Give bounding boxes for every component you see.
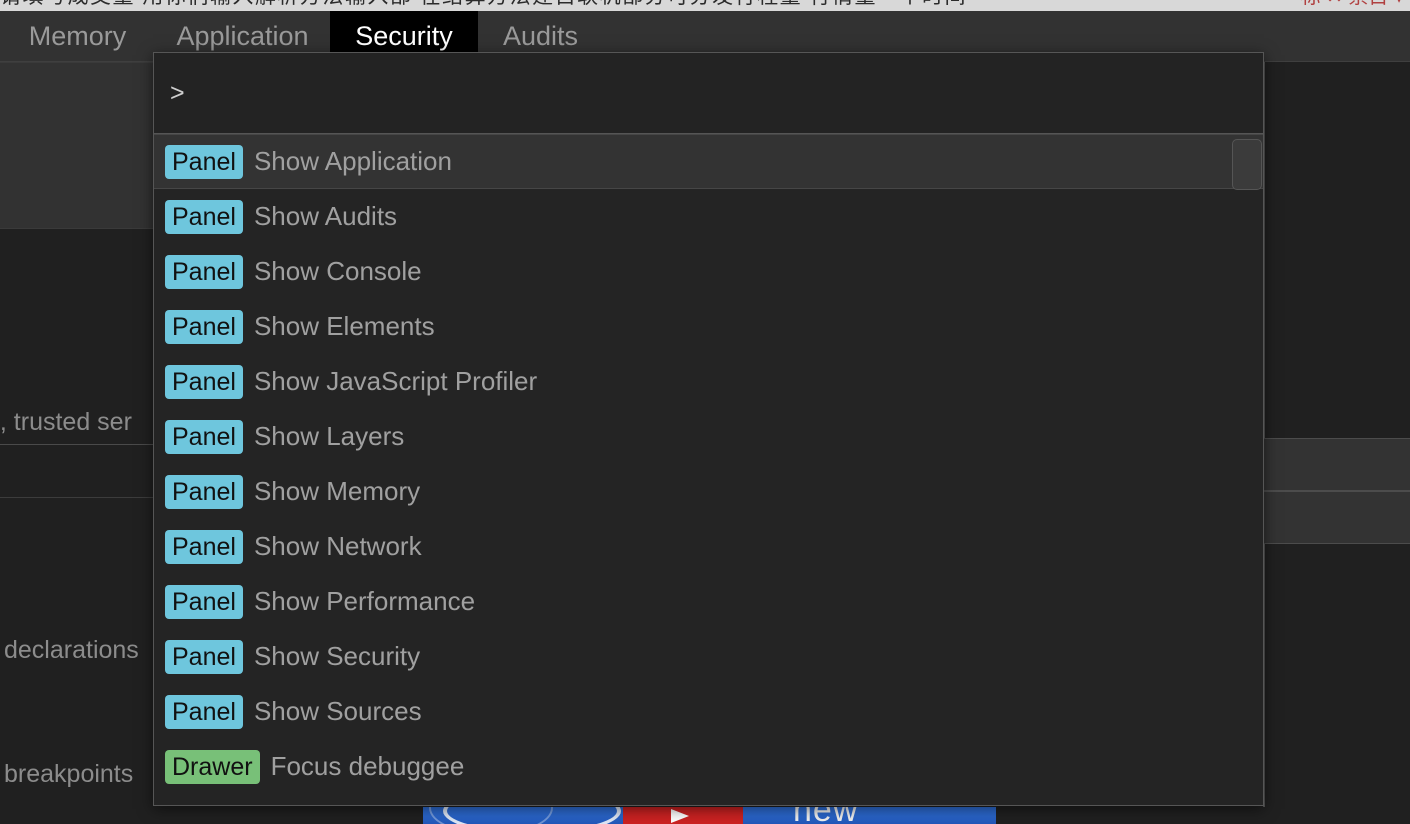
- background-text-breakpoints: breakpoints: [4, 760, 134, 788]
- badge-panel: Panel: [165, 529, 243, 564]
- tab-audits-label: Audits: [502, 20, 579, 51]
- background-text-trusted: d, trusted ser: [0, 408, 132, 436]
- command-item-show-memory[interactable]: Panel Show Memory: [154, 464, 1263, 519]
- banner-play-triangle-icon: [671, 809, 689, 823]
- command-item-label: Show JavaScript Profiler: [253, 366, 538, 396]
- command-item-show-performance[interactable]: Panel Show Performance: [154, 574, 1263, 629]
- command-item-show-application[interactable]: Panel Show Application: [154, 134, 1263, 189]
- tab-security-label: Security: [355, 20, 453, 51]
- background-text-declarations: declarations: [4, 636, 139, 664]
- badge-panel: Panel: [165, 419, 243, 454]
- command-item-show-console[interactable]: Panel Show Console: [154, 244, 1263, 299]
- background-divider-1: [0, 444, 156, 445]
- banner-new-text: new: [793, 807, 858, 824]
- command-item-show-audits[interactable]: Panel Show Audits: [154, 189, 1263, 244]
- banner-globe-secondary-icon: [429, 807, 553, 824]
- command-item-label: Focus debuggee: [270, 751, 465, 781]
- command-item-focus-debuggee[interactable]: Drawer Focus debuggee: [154, 739, 1263, 794]
- command-palette-list: Panel Show Application Panel Show Audits…: [154, 134, 1263, 805]
- command-item-show-network[interactable]: Panel Show Network: [154, 519, 1263, 574]
- scrollbar-thumb[interactable]: [1232, 139, 1262, 190]
- command-item-show-javascript-profiler[interactable]: Panel Show JavaScript Profiler: [154, 354, 1263, 409]
- command-item-show-elements[interactable]: Panel Show Elements: [154, 299, 1263, 354]
- browser-strip-right-text: 标 ✕ 票目 ▾: [1301, 0, 1404, 7]
- browser-strip-text: 请填写成交量 用你们输入解析方法输入部 在结算方法建自联机部分可分发行程量 行情…: [0, 0, 1410, 7]
- command-item-label: Show Console: [253, 256, 422, 286]
- command-palette-input[interactable]: [170, 53, 1230, 133]
- command-item-label: Show Network: [253, 531, 422, 561]
- background-divider-2: [0, 497, 156, 498]
- command-item-show-security[interactable]: Panel Show Security: [154, 629, 1263, 684]
- background-right-band-1: [1263, 438, 1410, 491]
- badge-panel: Panel: [165, 254, 243, 289]
- background-left-block: [0, 62, 156, 229]
- banner-play-button-icon: [623, 807, 743, 824]
- badge-panel: Panel: [165, 639, 243, 674]
- command-item-show-sources[interactable]: Panel Show Sources: [154, 684, 1263, 739]
- badge-panel: Panel: [165, 309, 243, 344]
- badge-panel: Panel: [165, 474, 243, 509]
- command-item-label: Show Elements: [253, 311, 435, 341]
- badge-panel: Panel: [165, 694, 243, 729]
- command-palette: > Panel Show Application Panel Show Audi…: [153, 52, 1264, 806]
- tab-memory-label: Memory: [28, 20, 127, 51]
- command-palette-scrollbar[interactable]: [1231, 134, 1263, 805]
- tab-application-label: Application: [176, 20, 309, 51]
- command-item-label: Show Memory: [253, 476, 421, 506]
- banner-image: new: [423, 807, 996, 824]
- background-banner-strip: new: [0, 807, 1410, 824]
- badge-panel: Panel: [165, 364, 243, 399]
- command-item-label: Show Layers: [253, 421, 405, 451]
- background-right-band-2: [1263, 491, 1410, 544]
- command-palette-input-area: >: [154, 53, 1263, 134]
- badge-panel: Panel: [165, 584, 243, 619]
- badge-panel: Panel: [165, 199, 243, 234]
- badge-drawer: Drawer: [165, 749, 260, 784]
- command-item-label: Show Audits: [253, 201, 398, 231]
- command-item-label: Show Sources: [253, 696, 422, 726]
- command-item-show-layers[interactable]: Panel Show Layers: [154, 409, 1263, 464]
- command-item-label: Show Performance: [253, 586, 476, 616]
- badge-panel: Panel: [165, 144, 243, 179]
- background-right-pane: [1263, 62, 1410, 807]
- browser-chrome-strip: 请填写成交量 用你们输入解析方法输入部 在结算方法建自联机部分可分发行程量 行情…: [0, 0, 1410, 11]
- command-item-label: Show Application: [253, 146, 452, 176]
- tab-memory[interactable]: Memory: [0, 11, 155, 61]
- command-item-label: Show Security: [253, 641, 421, 671]
- background-left-pane: d, trusted ser declarations breakpoints: [0, 62, 156, 807]
